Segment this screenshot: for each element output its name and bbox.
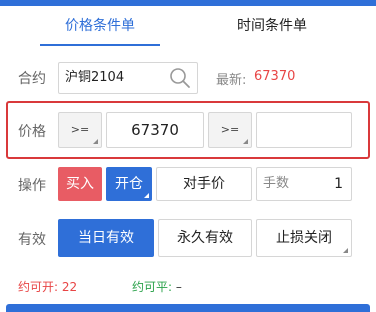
operator-select-1[interactable]: >= bbox=[58, 112, 102, 148]
price-value-input-1[interactable]: 67370 bbox=[106, 112, 204, 148]
price-label: 价格 bbox=[18, 124, 46, 140]
active-tab-indicator bbox=[40, 44, 160, 46]
price-type-label: 对手价 bbox=[183, 176, 225, 192]
available-close-label: 约可平: bbox=[132, 280, 173, 294]
valid-permanent-label: 永久有效 bbox=[177, 230, 233, 246]
stop-loss-label: 止损关闭 bbox=[276, 230, 332, 246]
available-open-label: 约可开: bbox=[18, 280, 59, 294]
contract-label: 合约 bbox=[18, 71, 46, 87]
buy-button[interactable]: 买入 bbox=[58, 167, 102, 201]
contract-input[interactable]: 沪铜2104 bbox=[58, 62, 198, 94]
stop-loss-select[interactable]: 止损关闭 bbox=[256, 219, 352, 257]
valid-today-label: 当日有效 bbox=[78, 230, 134, 246]
quantity-value: 1 bbox=[334, 176, 343, 192]
price-value-input-2[interactable] bbox=[256, 112, 352, 148]
available-close: 约可平: – bbox=[132, 278, 182, 295]
quantity-label: 手数 bbox=[263, 176, 290, 191]
search-icon[interactable] bbox=[169, 67, 191, 89]
contract-value: 沪铜2104 bbox=[65, 70, 125, 85]
open-position-button[interactable]: 开仓 bbox=[106, 167, 152, 201]
quantity-input[interactable]: 手数 1 bbox=[256, 167, 352, 201]
available-open: 约可开: 22 bbox=[18, 278, 77, 295]
buy-button-label: 买入 bbox=[66, 176, 94, 192]
operation-label: 操作 bbox=[18, 178, 46, 194]
dropdown-corner-icon bbox=[144, 193, 149, 198]
valid-today-button[interactable]: 当日有效 bbox=[58, 219, 154, 257]
tab-time-condition[interactable]: 时间条件单 bbox=[212, 6, 332, 46]
tab-price-condition[interactable]: 价格条件单 bbox=[40, 6, 160, 46]
available-open-value: 22 bbox=[61, 280, 78, 294]
latest-price-label: 最新: bbox=[216, 73, 247, 88]
condition-tabs: 价格条件单 时间条件单 bbox=[0, 6, 376, 46]
price-value-1: 67370 bbox=[131, 121, 179, 139]
valid-permanent-button[interactable]: 永久有效 bbox=[158, 219, 252, 257]
dropdown-corner-icon bbox=[243, 139, 248, 144]
dropdown-corner-icon bbox=[343, 248, 348, 253]
validity-label: 有效 bbox=[18, 232, 46, 248]
dropdown-corner-icon bbox=[93, 139, 98, 144]
latest-price-value: 67370 bbox=[254, 69, 296, 84]
submit-button-edge[interactable] bbox=[6, 304, 370, 312]
price-type-select[interactable]: 对手价 bbox=[156, 167, 252, 201]
operator-select-2[interactable]: >= bbox=[208, 112, 252, 148]
available-close-value: – bbox=[175, 280, 182, 294]
